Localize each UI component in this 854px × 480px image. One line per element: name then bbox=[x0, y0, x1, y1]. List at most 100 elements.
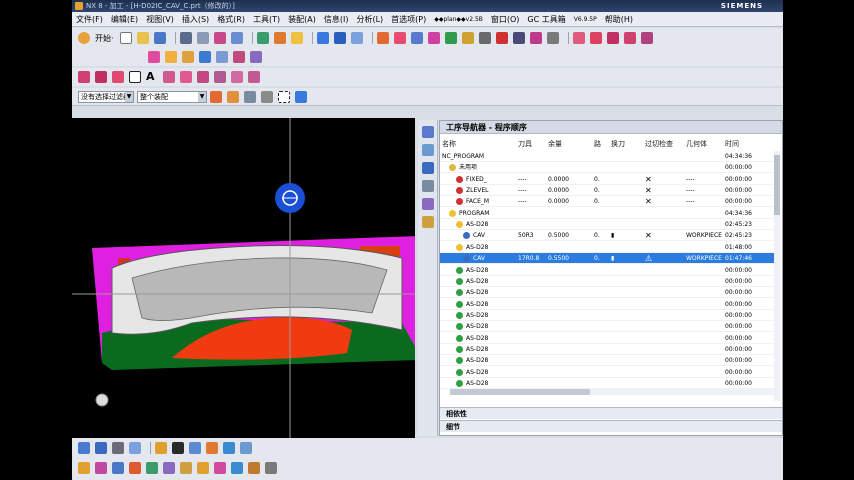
edit-object-icon[interactable] bbox=[213, 32, 226, 44]
transform-icon[interactable] bbox=[189, 442, 201, 454]
rectangle-icon[interactable] bbox=[129, 71, 141, 83]
table-row[interactable]: PROGRAM 04:34:36 bbox=[440, 208, 778, 219]
method-icon[interactable] bbox=[478, 32, 491, 44]
assembly-navigator-tab-icon[interactable] bbox=[422, 144, 434, 156]
show-icon[interactable] bbox=[129, 442, 141, 454]
menu-item[interactable]: 首选项(P) bbox=[391, 14, 426, 25]
simulate-icon[interactable] bbox=[78, 462, 90, 474]
program-icon[interactable] bbox=[427, 32, 440, 44]
shop-doc-icon[interactable] bbox=[180, 462, 192, 474]
scope-filter-select[interactable]: 整个装配 ▼ bbox=[137, 90, 207, 103]
start-icon[interactable] bbox=[78, 32, 90, 44]
table-row[interactable]: CAV 50R3 0.5000 0. ▮ ✕ WORKPIECE 02:45:23 bbox=[440, 230, 778, 242]
move-icon[interactable] bbox=[172, 442, 184, 454]
menu-item[interactable]: 装配(A) bbox=[288, 14, 316, 25]
table-row[interactable]: ZLEVEL ---- 0.0000 0. ✕ ---- 00:00:00 bbox=[440, 185, 778, 197]
machine-icon[interactable] bbox=[233, 51, 245, 63]
table-row[interactable]: AS-D28 00:00:00 bbox=[440, 310, 778, 321]
table-row[interactable]: FACE_M ---- 0.0000 0. ✕ ---- 00:00:00 bbox=[440, 196, 778, 208]
create-method-icon[interactable] bbox=[199, 51, 211, 63]
clearance-icon[interactable] bbox=[231, 462, 243, 474]
arc-icon[interactable] bbox=[623, 32, 636, 44]
stop-icon[interactable] bbox=[495, 32, 508, 44]
wireframe-icon[interactable] bbox=[350, 32, 363, 44]
machine-navigator-tab-icon[interactable] bbox=[422, 180, 434, 192]
point-icon[interactable] bbox=[589, 32, 602, 44]
analysis-icon[interactable] bbox=[240, 442, 252, 454]
tool-path-icon[interactable] bbox=[265, 462, 277, 474]
generate-icon[interactable] bbox=[129, 462, 141, 474]
graphics-window[interactable] bbox=[72, 118, 415, 438]
fillet-icon[interactable] bbox=[163, 71, 175, 83]
create-geometry-icon[interactable] bbox=[182, 51, 194, 63]
part-icon[interactable] bbox=[410, 32, 423, 44]
text-icon[interactable]: A bbox=[146, 71, 158, 83]
table-row[interactable]: AS-D28 00:00:00 bbox=[440, 299, 778, 310]
geometry-icon[interactable] bbox=[461, 32, 474, 44]
replay-icon[interactable] bbox=[112, 462, 124, 474]
rotate-view-icon[interactable] bbox=[261, 90, 273, 103]
offset-icon[interactable] bbox=[231, 71, 243, 83]
table-row[interactable]: AS-D28 00:00:00 bbox=[440, 333, 778, 344]
table-row[interactable]: FIXED_ ---- 0.0000 0. ✕ ---- 00:00:00 bbox=[440, 174, 778, 185]
region-icon[interactable] bbox=[248, 462, 260, 474]
undo-icon[interactable] bbox=[179, 32, 192, 44]
table-row[interactable]: AS-D28 01:48:00 bbox=[440, 242, 778, 253]
version-label[interactable]: V6.9.5P bbox=[574, 16, 597, 23]
column-header-cell[interactable]: 余量 bbox=[548, 139, 562, 149]
refresh-icon[interactable] bbox=[256, 32, 269, 44]
table-row[interactable]: AS-D28 00:00:00 bbox=[440, 355, 778, 367]
chamfer-icon[interactable] bbox=[180, 71, 192, 83]
snap-icon[interactable] bbox=[210, 90, 222, 103]
box-select-icon[interactable] bbox=[278, 90, 290, 103]
horizontal-scrollbar[interactable] bbox=[450, 389, 774, 395]
post-icon[interactable] bbox=[546, 32, 559, 44]
verify-path-icon[interactable] bbox=[95, 462, 107, 474]
column-header-cell[interactable]: 刀具 bbox=[518, 139, 532, 149]
table-row[interactable]: AS-D28 00:00:00 bbox=[440, 378, 778, 389]
output-icon[interactable] bbox=[163, 462, 175, 474]
new-file-icon[interactable] bbox=[119, 32, 132, 44]
clipboard-icon[interactable] bbox=[244, 90, 256, 103]
view-cube-icon[interactable] bbox=[295, 90, 307, 103]
line-tool-icon[interactable] bbox=[78, 71, 90, 83]
menu-item[interactable]: 工具(T) bbox=[253, 14, 280, 25]
start-button[interactable]: 开始· bbox=[95, 33, 114, 44]
menu-item[interactable]: 帮助(H) bbox=[605, 14, 633, 25]
roles-tab-icon[interactable] bbox=[422, 216, 434, 228]
rotate-icon[interactable] bbox=[273, 32, 286, 44]
table-row[interactable]: AS-D28 00:00:00 bbox=[440, 321, 778, 333]
display-icon[interactable] bbox=[78, 442, 90, 454]
create-tool-icon[interactable] bbox=[165, 51, 177, 63]
part-navigator-tab-icon[interactable] bbox=[422, 162, 434, 174]
table-row[interactable]: NC_PROGRAM 04:34:36 bbox=[440, 151, 778, 162]
column-header-cell[interactable]: 时间 bbox=[725, 139, 739, 149]
tool-icon[interactable] bbox=[444, 32, 457, 44]
menu-item[interactable]: 格式(R) bbox=[217, 14, 245, 25]
info-icon[interactable] bbox=[223, 442, 235, 454]
column-header-cell[interactable]: 路 bbox=[594, 139, 601, 149]
polyline-icon[interactable] bbox=[95, 71, 107, 83]
menu-item[interactable]: GC 工具箱 bbox=[527, 14, 565, 25]
trim-icon[interactable] bbox=[197, 71, 209, 83]
open-file-icon[interactable] bbox=[136, 32, 149, 44]
fit-view-icon[interactable] bbox=[290, 32, 303, 44]
menu-item[interactable]: 编辑(E) bbox=[111, 14, 138, 25]
curve-icon[interactable] bbox=[572, 32, 585, 44]
table-row[interactable]: AS-D28 00:00:00 bbox=[440, 265, 778, 276]
menu-item[interactable]: 文件(F) bbox=[76, 14, 103, 25]
vertical-scrollbar[interactable] bbox=[774, 151, 780, 401]
workpiece-icon[interactable] bbox=[250, 51, 262, 63]
create-operation-icon[interactable] bbox=[148, 51, 160, 63]
mill-icon[interactable] bbox=[376, 32, 389, 44]
orient-icon[interactable] bbox=[155, 442, 167, 454]
create-program-icon[interactable] bbox=[216, 51, 228, 63]
path-icon[interactable] bbox=[512, 32, 525, 44]
history-tab-icon[interactable] bbox=[422, 198, 434, 210]
table-row[interactable]: AS-D28 00:00:00 bbox=[440, 367, 778, 378]
verify-icon[interactable] bbox=[529, 32, 542, 44]
arc-tool-icon[interactable] bbox=[112, 71, 124, 83]
list-icon[interactable] bbox=[146, 462, 158, 474]
column-header-cell[interactable]: 几何体 bbox=[686, 139, 707, 149]
table-row[interactable]: AS-D28 00:00:00 bbox=[440, 276, 778, 287]
